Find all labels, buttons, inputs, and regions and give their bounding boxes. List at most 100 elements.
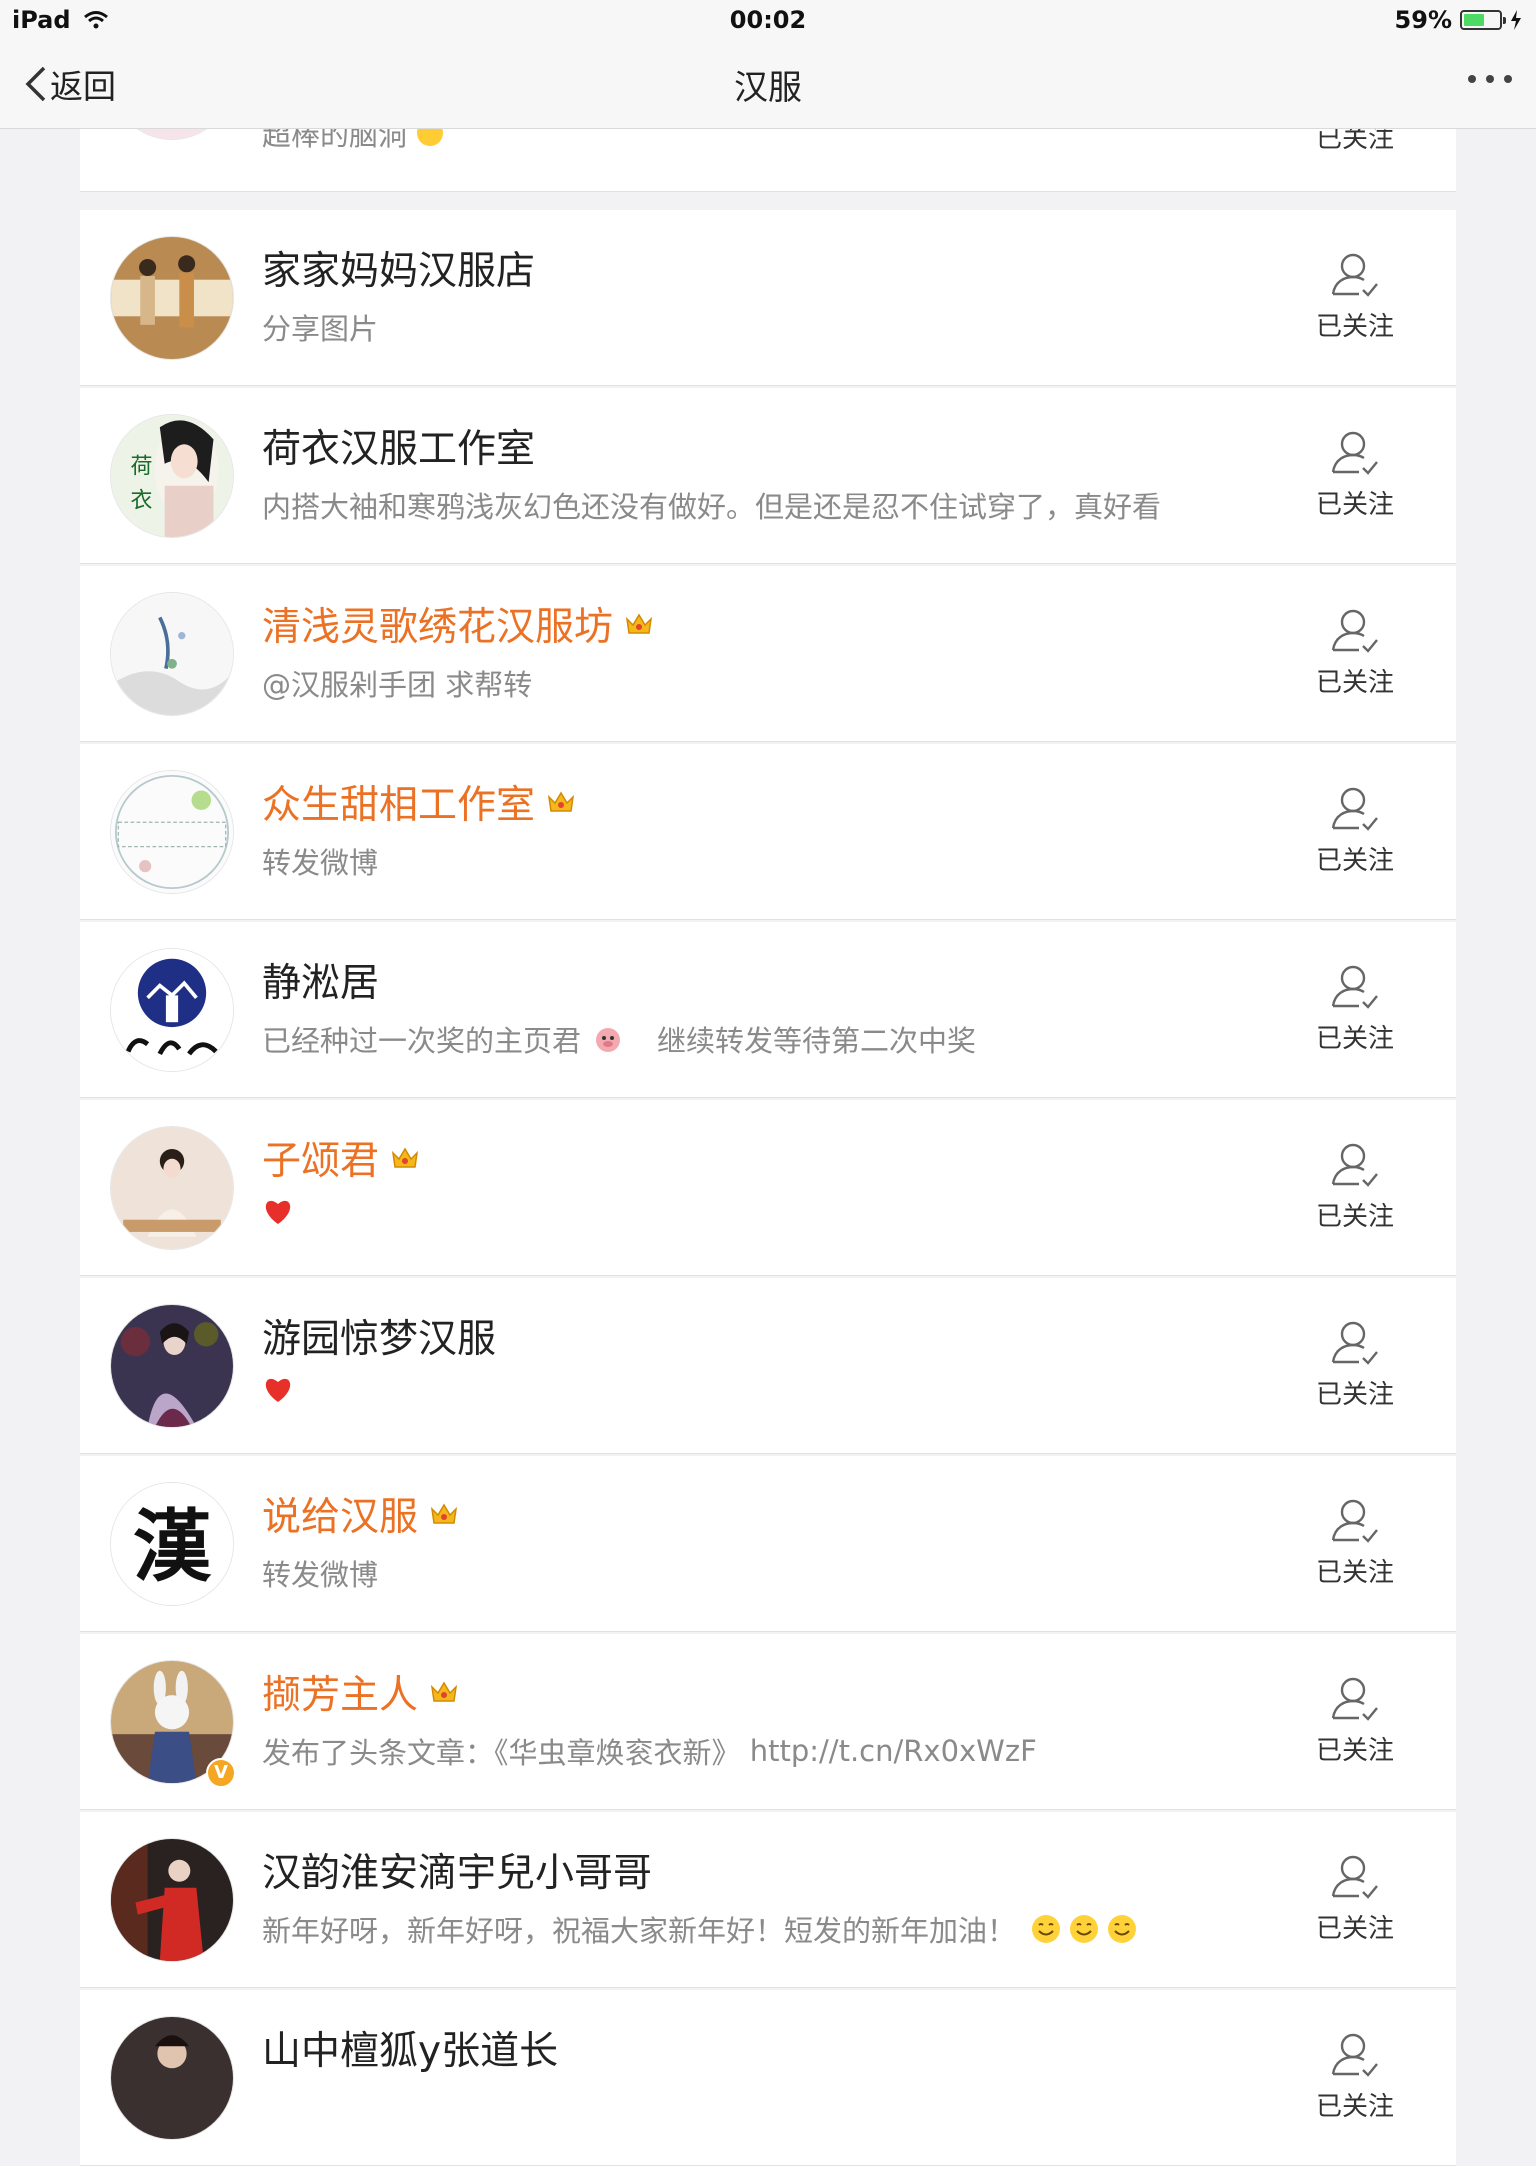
item-name[interactable]: 游园惊梦汉服 (262, 1308, 496, 1364)
follow-label: 已关注 (1315, 1202, 1394, 1232)
followed-user-icon (1331, 1677, 1378, 1721)
list-item[interactable]: 家家妈妈汉服店 分享图片 已关注 (80, 210, 1456, 386)
item-name[interactable]: 荷衣汉服工作室 (262, 418, 535, 474)
smile-emoji-icon (1032, 1915, 1061, 1943)
followed-user-icon (1331, 965, 1378, 1009)
vip-crown-icon (430, 1681, 458, 1702)
followed-user-icon (1331, 1143, 1378, 1187)
more-button[interactable] (1466, 70, 1514, 89)
nav-bar: 返回 汉服 (0, 40, 1536, 129)
smile-emoji-icon (1108, 1915, 1137, 1943)
follow-button[interactable]: 已关注 (1310, 2030, 1400, 2123)
follow-label: 已关注 (1315, 668, 1394, 698)
list-item[interactable]: 清浅灵歌绣花汉服坊 @汉服剁手团 求帮转 已关注 (80, 566, 1456, 742)
item-name[interactable]: 说给汉服 (262, 1486, 458, 1542)
avatar (110, 1838, 234, 1962)
svg-text:荷: 荷 (131, 455, 153, 480)
avatar (110, 236, 234, 360)
follow-button[interactable]: 已关注 (1310, 1852, 1400, 1945)
list-item[interactable]: 游园惊梦汉服 已关注 (80, 1278, 1456, 1454)
list-item[interactable]: 漢 说给汉服 转发微博 已关注 (80, 1456, 1456, 1632)
item-name[interactable]: 静淞居 (262, 952, 379, 1008)
followed-user-icon (1331, 1855, 1378, 1899)
followed-user-icon (1331, 2033, 1378, 2077)
list-item[interactable]: V 撷芳主人 发布了头条文章：《华虫章焕衮衣新》 http://t.cn/Rx0… (80, 1634, 1456, 1810)
vip-crown-icon (391, 1147, 419, 1168)
charging-bolt-icon (1511, 10, 1521, 30)
avatar (110, 770, 234, 894)
heart-emoji-icon (265, 1200, 291, 1224)
list-item[interactable]: 众生甜相工作室 转发微博 已关注 (80, 744, 1456, 920)
follow-label: 已关注 (1315, 490, 1394, 520)
battery-fill (1464, 14, 1485, 26)
status-time: 00:02 (729, 6, 807, 34)
item-desc (262, 1196, 294, 1226)
more-dots-icon (1468, 75, 1512, 83)
smile-emoji-icon (1070, 1915, 1099, 1943)
follow-button[interactable]: 已关注 (1310, 1318, 1400, 1411)
follow-button[interactable]: 已关注 (1310, 1496, 1400, 1589)
followed-user-icon (1331, 609, 1378, 653)
avatar (110, 1126, 234, 1250)
list-item[interactable]: 静淞居 已经种过一次奖的主页君 继续转发等待第二次中奖 已关注 (80, 922, 1456, 1098)
followed-user-icon (1331, 1499, 1378, 1543)
item-desc: 转发微博 (262, 1558, 379, 1592)
follow-label: 已关注 (1315, 2092, 1394, 2122)
pig-emoji-icon (596, 1028, 621, 1052)
avatar (110, 592, 234, 716)
follow-label: 已关注 (1315, 1914, 1394, 1944)
item-desc: 已经种过一次奖的主页君 继续转发等待第二次中奖 (262, 1024, 977, 1058)
avatar (110, 2016, 234, 2140)
avatar: 漢 (110, 1482, 234, 1606)
item-desc: 分享图片 (262, 312, 379, 346)
follow-button[interactable]: 已关注 (1310, 784, 1400, 877)
svg-text:衣: 衣 (131, 489, 153, 514)
list-item[interactable]: 山中檀狐y张道长 已关注 (80, 1990, 1456, 2166)
follow-button[interactable]: 已关注 (1310, 428, 1400, 521)
item-name[interactable]: 子颂君 (262, 1130, 419, 1186)
vip-crown-icon (625, 613, 653, 634)
followed-user-icon (1331, 1321, 1378, 1365)
follow-label: 已关注 (1315, 1024, 1394, 1054)
follow-label: 已关注 (1315, 846, 1394, 876)
follow-button[interactable]: 已关注 (1310, 606, 1400, 699)
item-name[interactable]: 山中檀狐y张道长 (262, 2020, 558, 2076)
follow-button[interactable]: 已关注 (1310, 250, 1400, 343)
battery-percent: 59% (1394, 6, 1452, 34)
status-right: 59% (1395, 6, 1522, 34)
item-name[interactable]: 撷芳主人 (262, 1664, 458, 1720)
item-name[interactable]: 汉韵淮安滴宇兒小哥哥 (262, 1842, 652, 1898)
verified-badge: V (206, 1758, 236, 1788)
battery-nub (1503, 17, 1506, 24)
list-item[interactable]: 荷衣 荷衣汉服工作室 内搭大袖和寒鸦浅灰幻色还没有做好。但是还是忍不住试穿了，真… (80, 388, 1456, 564)
followed-user-icon (1331, 253, 1378, 297)
item-desc (262, 1374, 294, 1404)
vip-crown-icon (430, 1503, 458, 1524)
svg-text:漢: 漢 (133, 1501, 212, 1592)
battery-icon (1460, 10, 1506, 30)
follow-label: 已关注 (1315, 1558, 1394, 1588)
item-desc: 新年好呀，新年好呀，祝福大家新年好！短发的新年加油！ (262, 1908, 1138, 1950)
item-name[interactable]: 清浅灵歌绣花汉服坊 (262, 596, 653, 652)
follow-button[interactable]: 已关注 (1310, 962, 1400, 1055)
item-link[interactable]: http://t.cn/Rx0xWzF (750, 1734, 1037, 1768)
avatar: 荷衣 (110, 414, 234, 538)
item-name[interactable]: 家家妈妈汉服店 (262, 240, 535, 296)
avatar (110, 1304, 234, 1428)
follow-button[interactable]: 已关注 (1310, 1140, 1400, 1233)
followed-user-icon (1331, 787, 1378, 831)
item-desc: 发布了头条文章：《华虫章焕衮衣新》 http://t.cn/Rx0xWzF (262, 1734, 1037, 1770)
item-desc: 转发微博 (262, 846, 379, 880)
list-item[interactable]: 子颂君 已关注 (80, 1100, 1456, 1276)
heart-emoji-icon (265, 1378, 291, 1402)
list-item[interactable]: 汉韵淮安滴宇兒小哥哥 新年好呀，新年好呀，祝福大家新年好！短发的新年加油！ 已关… (80, 1812, 1456, 1988)
page-title: 汉服 (734, 68, 802, 108)
item-desc: @汉服剁手团 求帮转 (262, 668, 533, 702)
status-bar: iPad 00:02 59% (0, 0, 1536, 40)
followed-user-icon (1331, 431, 1378, 475)
follow-label: 已关注 (1315, 1736, 1394, 1766)
item-desc: 内搭大袖和寒鸦浅灰幻色还没有做好。但是还是忍不住试穿了，真好看 (262, 490, 1162, 524)
follow-button[interactable]: 已关注 (1310, 1674, 1400, 1767)
item-name[interactable]: 众生甜相工作室 (262, 774, 575, 830)
follow-label: 已关注 (1315, 1380, 1394, 1410)
